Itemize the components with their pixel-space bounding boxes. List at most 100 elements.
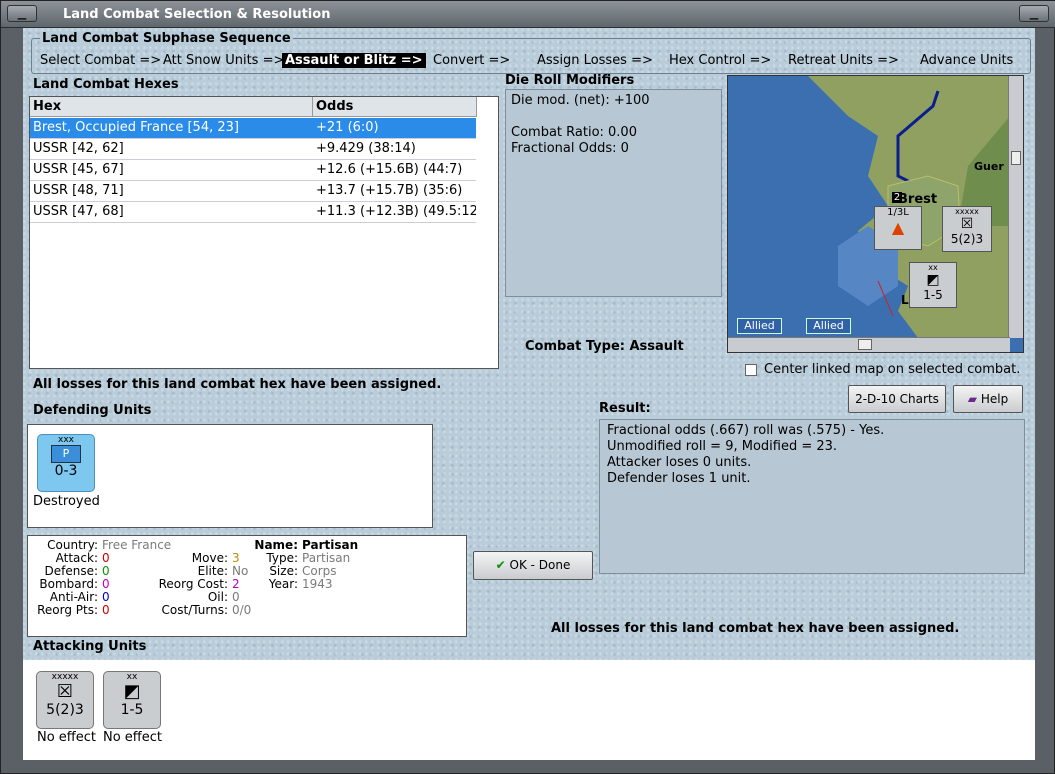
stat-key: Name:	[254, 538, 298, 552]
map-hscroll[interactable]	[728, 337, 1010, 352]
map-city-brest: Brest	[898, 192, 938, 207]
modifiers-title: Die Roll Modifiers	[505, 73, 635, 88]
result-title: Result:	[599, 401, 651, 416]
step-convert[interactable]: Convert =>	[433, 53, 510, 68]
col-odds[interactable]: Odds	[313, 97, 477, 117]
stat-key: Bombard:	[39, 577, 98, 591]
map-unit-size: xxxxx	[955, 207, 979, 216]
step-retreat[interactable]: Retreat Units =>	[788, 53, 899, 68]
stat-key: Elite:	[197, 564, 228, 578]
map-unit-value: 1-5	[923, 288, 943, 302]
die-mod: Die mod. (net): +100	[511, 93, 650, 108]
attacking-unit[interactable]: xx ◩ 1-5	[103, 671, 161, 729]
stat-key: Defense:	[44, 564, 98, 578]
result-line: Unmodified roll = 9, Modified = 23.	[607, 439, 838, 454]
ok-label: OK - Done	[509, 558, 571, 572]
window-title: Land Combat Selection & Resolution	[63, 7, 331, 22]
modifiers-panel: Die mod. (net): +100 Combat Ratio: 0.00 …	[505, 89, 722, 297]
defending-title: Defending Units	[33, 403, 152, 418]
unit-stats-panel: Country: Free France Attack: 0 Defense: 0 B…	[27, 535, 467, 637]
check-icon: ✔	[495, 558, 506, 572]
minimize-button[interactable]: ▁	[7, 5, 37, 22]
unit-value: 0-3	[54, 463, 78, 479]
map-unit-cav[interactable]: xx ◩ 1-5	[909, 262, 957, 308]
table-row[interactable]: Brest, Occupied France [54, 23] +21 (6:0)	[30, 118, 476, 139]
partisan-icon: P	[51, 445, 81, 463]
stat-key: Country:	[47, 538, 98, 552]
hex-cell: USSR [48, 71]	[33, 183, 124, 198]
attacking-unit-status: No effect	[103, 730, 163, 745]
result-line: Defender loses 1 unit.	[607, 471, 751, 486]
result-line: Fractional odds (.667) roll was (.575) -…	[607, 423, 885, 438]
step-assign-losses[interactable]: Assign Losses =>	[537, 53, 653, 68]
stat-size: Corps	[302, 564, 337, 578]
stat-key: Reorg Pts:	[37, 603, 98, 617]
stat-key: Year:	[268, 577, 298, 591]
close-button[interactable]: ▁	[1019, 5, 1049, 22]
stat-defense: 0	[102, 564, 110, 578]
step-hex-control[interactable]: Hex Control =>	[669, 53, 771, 68]
attacking-unit[interactable]: xxxxx ☒ 5(2)3	[36, 671, 94, 729]
hexes-table: Hex Odds Brest, Occupied France [54, 23]…	[29, 96, 499, 369]
fractional-odds: Fractional Odds: 0	[511, 141, 629, 156]
table-row[interactable]: USSR [47, 68] +11.3 (+12.3B) (49.5:12	[30, 202, 476, 223]
stat-cost: 0/0	[232, 603, 252, 617]
hex-cell: USSR [45, 67]	[33, 162, 124, 177]
charts-button[interactable]: 2-D-10 Charts	[848, 385, 946, 413]
help-button[interactable]: ▰ Help	[953, 385, 1023, 413]
col-hex[interactable]: Hex	[30, 97, 313, 117]
cavalry-icon: ◩	[926, 272, 940, 288]
stat-key: Anti-Air:	[49, 590, 98, 604]
table-row[interactable]: USSR [48, 71] +13.7 (+15.7B) (35:6)	[30, 181, 476, 202]
content-area: Land Combat Subphase Sequence Select Com…	[23, 28, 1035, 760]
odds-cell: +11.3 (+12.3B) (49.5:12	[316, 204, 476, 219]
defending-unit-status: Destroyed	[33, 494, 100, 509]
attacking-title: Attacking Units	[33, 639, 147, 654]
defending-unit[interactable]: xxx P 0-3	[37, 434, 95, 492]
hex-number: 2	[892, 192, 902, 203]
map-vscroll-thumb[interactable]	[1011, 151, 1021, 165]
map-hscroll-thumb[interactable]	[858, 339, 872, 350]
attacking-units-panel: xxxxx ☒ 5(2)3 No effect xx ◩ 1-5 No effe…	[23, 660, 1035, 760]
combat-type: Combat Type: Assault	[525, 339, 684, 354]
losses-message-right: All losses for this land combat hex have…	[551, 621, 960, 636]
map-vscroll[interactable]	[1008, 76, 1023, 338]
stat-key: Size:	[269, 564, 298, 578]
stat-key: Attack:	[55, 551, 98, 565]
stat-type: Partisan	[302, 551, 351, 565]
infantry-icon: ☒	[960, 216, 974, 232]
map-tag-allied: Allied	[806, 318, 851, 334]
sequence-title: Land Combat Subphase Sequence	[40, 31, 293, 46]
stat-key: Oil:	[207, 590, 228, 604]
map-unit-vonleeb[interactable]: xxxxx ☒ 5(2)3	[942, 206, 992, 252]
step-assault-blitz[interactable]: Assault or Blitz =>	[282, 53, 426, 68]
hex-cell: USSR [42, 62]	[33, 141, 124, 156]
title-bar[interactable]: ▁ Land Combat Selection & Resolution ▁	[1, 1, 1055, 28]
cavalry-icon: ◩	[123, 681, 141, 702]
losses-message-left: All losses for this land combat hex have…	[33, 377, 442, 392]
map-tag-allied: Allied	[737, 318, 782, 334]
map-unit-city-label: 1/3L	[887, 207, 909, 218]
stat-reorg: 0	[102, 603, 110, 617]
result-line: Attacker loses 0 units.	[607, 455, 752, 470]
odds-cell: +12.6 (+15.6B) (44:7)	[316, 162, 463, 177]
table-row[interactable]: USSR [45, 67] +12.6 (+15.6B) (44:7)	[30, 160, 476, 181]
step-advance[interactable]: Advance Units	[920, 53, 1013, 68]
map-partial-label: L	[901, 293, 909, 307]
odds-cell: +21 (6:0)	[316, 120, 379, 135]
linked-map[interactable]: Guer Brest 2 1/3L ▲ xxxxx ☒ 5(2)3 xx ◩ 1-5 L …	[727, 75, 1024, 353]
table-row[interactable]: USSR [42, 62] +9.429 (38:14)	[30, 139, 476, 160]
result-panel: Fractional odds (.667) roll was (.575) -…	[599, 419, 1025, 574]
stat-oil: 0	[232, 590, 240, 604]
stat-antiair: 0	[102, 590, 110, 604]
map-unit-city[interactable]: 1/3L ▲	[874, 206, 922, 250]
center-checkbox[interactable]	[745, 364, 757, 376]
ok-done-button[interactable]: ✔ OK - Done	[473, 551, 593, 580]
stat-key: Reorg Cost:	[158, 577, 228, 591]
step-att-snow[interactable]: Att Snow Units =>	[163, 53, 284, 68]
center-checkbox-label: Center linked map on selected combat.	[764, 362, 1021, 377]
fire-icon: ▲	[891, 218, 905, 237]
attacking-unit-status: No effect	[37, 730, 97, 745]
unit-value: 5(2)3	[46, 702, 84, 718]
step-select-combat[interactable]: Select Combat =>	[40, 53, 161, 68]
